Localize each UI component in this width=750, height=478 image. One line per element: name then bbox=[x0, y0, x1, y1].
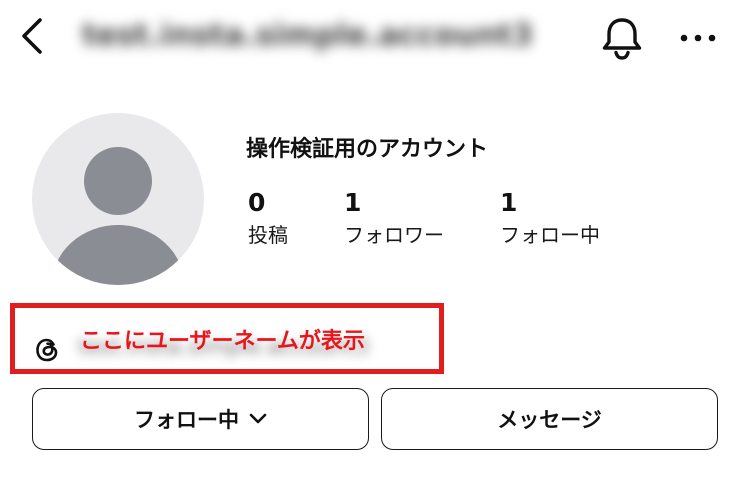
notifications-button[interactable] bbox=[596, 12, 648, 64]
posts-count: 0 bbox=[248, 188, 266, 217]
default-avatar-icon bbox=[52, 147, 184, 285]
message-button-label: メッセージ bbox=[497, 408, 602, 432]
following-count: 1 bbox=[500, 188, 518, 217]
following-button-label: フォロー中 bbox=[134, 408, 239, 432]
more-horizontal-icon bbox=[680, 34, 716, 42]
following-stat[interactable]: 1 フォロー中 bbox=[500, 186, 600, 250]
chevron-left-icon bbox=[22, 18, 42, 54]
display-name: 操作検証用のアカウント bbox=[246, 137, 489, 162]
back-button[interactable] bbox=[14, 16, 50, 56]
posts-label: 投稿 bbox=[248, 223, 288, 247]
followers-count: 1 bbox=[344, 188, 362, 217]
header-username: test.insta.simple.account3 bbox=[82, 18, 534, 53]
message-button[interactable]: メッセージ bbox=[381, 388, 718, 450]
followers-stat[interactable]: 1 フォロワー bbox=[344, 186, 444, 250]
following-label: フォロー中 bbox=[500, 223, 600, 247]
following-button[interactable]: フォロー中 bbox=[32, 388, 369, 450]
profile-page: test.insta.simple.account3 操作検証用のアカウント 0… bbox=[0, 0, 750, 478]
more-options-button[interactable] bbox=[672, 18, 724, 58]
posts-stat[interactable]: 0 投稿 bbox=[248, 186, 288, 250]
bell-icon bbox=[602, 18, 642, 60]
followers-label: フォロワー bbox=[344, 223, 444, 247]
chevron-down-icon bbox=[249, 413, 267, 425]
annotation-highlight-box bbox=[10, 303, 444, 374]
avatar[interactable] bbox=[32, 113, 204, 285]
